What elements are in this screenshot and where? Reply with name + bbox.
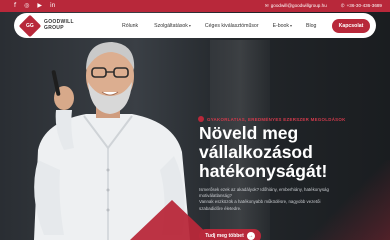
instagram-icon[interactable]: ◎ (24, 0, 29, 12)
email-link[interactable]: ✉ goodwill@goodwillgroup.hu (265, 0, 327, 12)
logo-wordmark: GOODWILL GROUP (44, 19, 74, 31)
main-navigation: GG GOODWILL GROUP Rólunk Szolgáltatások▾… (14, 13, 376, 38)
hero-description: Ismerősek ezek az akadályok? Időhiány, e… (199, 187, 379, 212)
email-text: goodwill@goodwillgroup.hu (270, 3, 327, 8)
phone-link[interactable]: ✆ +36-30-436-3689 (341, 0, 382, 12)
site-logo[interactable]: GG GOODWILL GROUP (18, 14, 94, 37)
learn-more-label: Tudj meg többet (205, 233, 244, 239)
learn-more-button[interactable]: Tudj meg többet → (199, 229, 261, 240)
nav-item-rolunk[interactable]: Rólunk (122, 23, 138, 29)
nav-item-ebook[interactable]: E-book▾ (273, 23, 292, 29)
headline-line: Növeld meg (199, 123, 299, 143)
logo-line2: GROUP (44, 24, 64, 31)
logo-mark-text: GG (26, 22, 34, 29)
facebook-icon[interactable]: f (14, 0, 16, 12)
logo-icon: GG (18, 14, 42, 37)
linkedin-icon[interactable]: in (50, 0, 55, 12)
contact-info: ✉ goodwill@goodwillgroup.hu ✆ +36-30-436-3… (265, 0, 382, 12)
description-line: szabadidőre életedre. (199, 205, 242, 211)
nav-item-ceges[interactable]: Céges kiválasztóműsor (205, 23, 259, 29)
nav-item-label: E-book (272, 22, 289, 29)
nav-menu: Rólunk Szolgáltatások▾ Céges kiválasztóm… (122, 23, 332, 29)
nav-item-blog[interactable]: Blog (306, 23, 316, 29)
chevron-down-icon: ▾ (290, 22, 293, 28)
mail-icon: ✉ (264, 3, 269, 8)
hero-badge: GYAKORLATIAS, EREDMÉNYES EZERSZER MEGOLD… (198, 116, 346, 122)
arrow-right-icon: → (246, 232, 255, 240)
headline-line: hatékonyságát! (199, 161, 328, 181)
nav-item-szolgaltatasok[interactable]: Szolgáltatások▾ (154, 23, 191, 29)
top-bar: f ◎ ▶ in ✉ goodwill@goodwillgroup.hu ✆ +36… (0, 0, 390, 12)
badge-text: GYAKORLATIAS, EREDMÉNYES EZERSZER MEGOLD… (207, 116, 346, 122)
phone-icon: ✆ (340, 3, 345, 8)
badge-icon (198, 116, 204, 122)
social-links: f ◎ ▶ in (14, 0, 55, 12)
nav-item-label: Szolgáltatások (154, 22, 188, 29)
phone-text: +36-30-436-3689 (346, 3, 382, 8)
headline-line: vállalkozásod (199, 142, 313, 162)
hero-headline: Növeld meg vállalkozásod hatékonyságát! (199, 124, 384, 181)
contact-button[interactable]: Kapcsolat (332, 18, 370, 33)
youtube-icon[interactable]: ▶ (37, 0, 42, 12)
chevron-down-icon: ▾ (188, 22, 191, 28)
